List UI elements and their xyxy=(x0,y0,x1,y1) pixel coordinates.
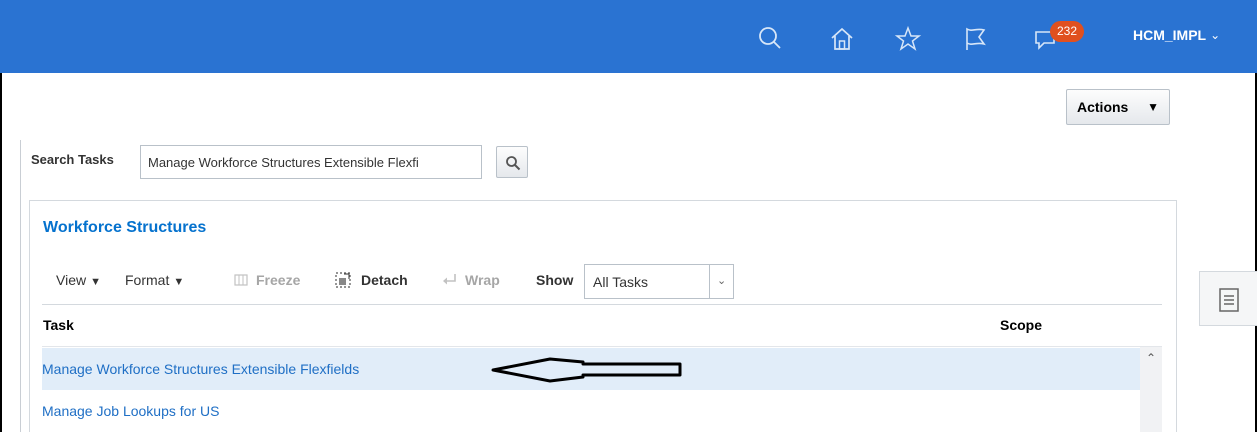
freeze-button[interactable]: Freeze xyxy=(256,272,300,288)
column-header-task[interactable]: Task xyxy=(43,317,74,333)
caret-down-icon: ▼ xyxy=(1147,100,1159,114)
dropdown-toggle[interactable]: ⌄ xyxy=(709,265,733,298)
pane-divider xyxy=(20,140,21,432)
format-menu[interactable]: Format ▼ xyxy=(125,272,184,288)
freeze-icon xyxy=(234,274,248,286)
magnifier-icon xyxy=(506,156,521,171)
format-menu-label: Format xyxy=(125,272,170,288)
detach-button[interactable]: Detach xyxy=(361,272,408,288)
notification-count-badge: 232 xyxy=(1050,21,1085,42)
search-tasks-label: Search Tasks xyxy=(31,152,114,167)
detach-icon xyxy=(335,272,351,288)
actions-button-label: Actions xyxy=(1077,99,1129,115)
side-panel-tab[interactable] xyxy=(1199,271,1257,326)
view-menu[interactable]: View ▼ xyxy=(56,272,101,288)
task-link[interactable]: Manage Job Lookups for US xyxy=(42,403,219,419)
chevron-down-icon: ⌄ xyxy=(717,275,727,287)
show-select-value: All Tasks xyxy=(593,274,648,290)
star-icon[interactable] xyxy=(893,24,923,54)
header-divider xyxy=(42,346,1162,347)
flag-icon[interactable] xyxy=(960,24,990,54)
scroll-up-icon[interactable]: ⌃ xyxy=(1140,347,1162,369)
annotation-arrow-icon xyxy=(491,357,682,383)
search-tasks-input[interactable] xyxy=(140,145,482,179)
username-label: HCM_IMPL xyxy=(1133,27,1207,43)
chevron-down-icon: ⌄ xyxy=(1210,28,1221,42)
search-button[interactable] xyxy=(496,146,528,178)
user-menu[interactable]: HCM_IMPL ⌄ xyxy=(1133,27,1220,47)
wrap-button[interactable]: Wrap xyxy=(465,272,500,288)
toolbar-divider xyxy=(42,304,1162,305)
panel-title: Workforce Structures xyxy=(43,219,207,236)
column-header-scope[interactable]: Scope xyxy=(1000,317,1042,333)
wrap-icon xyxy=(443,274,456,285)
view-menu-label: View xyxy=(56,272,87,288)
global-header: 232 HCM_IMPL ⌄ xyxy=(0,0,1257,73)
show-select[interactable]: All Tasks ⌄ xyxy=(584,264,734,299)
actions-button[interactable]: Actions ▼ xyxy=(1066,89,1170,125)
vertical-scrollbar[interactable]: ⌃ xyxy=(1140,347,1162,432)
home-icon[interactable] xyxy=(827,24,857,54)
caret-down-icon: ▼ xyxy=(90,276,101,288)
caret-down-icon: ▼ xyxy=(173,276,185,288)
document-list-icon xyxy=(1219,288,1239,312)
search-icon[interactable] xyxy=(755,24,785,54)
show-label: Show xyxy=(536,272,574,288)
task-link[interactable]: Manage Workforce Structures Extensible F… xyxy=(42,361,359,377)
table-row[interactable]: Manage Job Lookups for US xyxy=(42,390,1140,432)
window-border-left xyxy=(0,73,2,432)
